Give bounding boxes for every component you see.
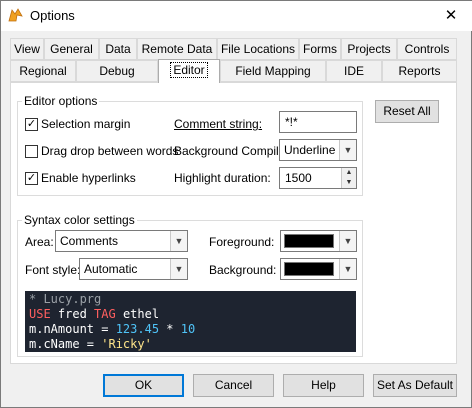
selection-margin-checkbox[interactable]: ✓ — [25, 118, 38, 131]
comment-string-input[interactable]: *!* — [279, 111, 357, 133]
ok-button[interactable]: OK — [103, 374, 184, 397]
preview-line-amount: m.nAmount = 123.45 * 10 — [29, 322, 352, 337]
highlight-duration-value: 1500 — [285, 171, 312, 185]
spin-up-icon[interactable]: ▲ — [341, 168, 356, 178]
tab-label: Editor — [170, 62, 208, 78]
highlight-duration-label: Highlight duration: — [174, 171, 271, 185]
tab-projects[interactable]: Projects — [341, 38, 397, 60]
tab-file-locations[interactable]: File Locations — [217, 38, 299, 60]
preview-line-comment: * Lucy.prg — [29, 292, 352, 307]
tab-label: Reports — [398, 64, 441, 78]
tab-label: Regional — [19, 64, 67, 78]
preview-text: fred — [50, 307, 95, 321]
tab-editor[interactable]: Editor — [158, 59, 220, 83]
chevron-down-icon[interactable]: ▼ — [170, 231, 187, 251]
tab-label: IDE — [343, 64, 364, 78]
font-style-select[interactable]: Automatic ▼ — [79, 258, 188, 280]
preview-line-name: m.cName = 'Ricky' — [29, 337, 352, 352]
preview-operator: * — [159, 322, 181, 336]
syntax-preview: * Lucy.prg USE fred TAG ethel m.nAmount … — [25, 291, 356, 352]
comment-string-label: Comment string: — [174, 117, 263, 131]
tab-forms[interactable]: Forms — [299, 38, 341, 60]
preview-line-use: USE fred TAG ethel — [29, 307, 352, 322]
highlight-duration-spinner[interactable]: 1500 ▲ ▼ — [279, 167, 357, 189]
font-style-label: Font style: — [25, 263, 81, 277]
foreground-color-select[interactable]: ▼ — [280, 230, 357, 252]
preview-text: m.nAmount = — [29, 322, 116, 336]
background-compile-value: Underline — [284, 143, 336, 157]
tab-label: Data — [105, 42, 131, 56]
options-window: Options ✕ View General Data Remote Data … — [0, 0, 472, 408]
spin-down-icon[interactable]: ▼ — [341, 178, 356, 188]
title-bar: Options ✕ — [1, 1, 472, 31]
tab-data[interactable]: Data — [99, 38, 137, 60]
tab-label: General — [50, 42, 93, 56]
foreground-label: Foreground: — [209, 235, 275, 249]
help-button[interactable]: Help — [283, 374, 364, 397]
chevron-down-icon[interactable]: ▼ — [339, 231, 356, 251]
syntax-color-label: Syntax color settings — [22, 213, 137, 227]
tab-label: Projects — [347, 42, 391, 56]
tab-field-mapping[interactable]: Field Mapping — [220, 60, 326, 82]
tab-general[interactable]: General — [44, 38, 99, 60]
reset-all-button[interactable]: Reset All — [375, 100, 439, 123]
tab-label: File Locations — [220, 42, 296, 56]
tab-label: Remote Data — [141, 42, 213, 56]
background-compile-select[interactable]: Underline ▼ — [279, 139, 357, 161]
drag-drop-label: Drag drop between words — [41, 144, 179, 158]
font-style-value: Automatic — [84, 262, 138, 276]
selection-margin-label: Selection margin — [41, 117, 131, 131]
background-label: Background: — [209, 263, 277, 277]
set-as-default-button[interactable]: Set As Default — [373, 374, 457, 397]
background-compile-label: Background Compile: — [174, 144, 289, 158]
enable-hyperlinks-label: Enable hyperlinks — [41, 171, 136, 185]
close-icon[interactable]: ✕ — [439, 7, 463, 25]
preview-number: 123.45 — [115, 322, 160, 336]
cancel-button[interactable]: Cancel — [193, 374, 274, 397]
tab-regional[interactable]: Regional — [10, 60, 76, 82]
tab-label: View — [14, 42, 40, 56]
foxpro-app-icon — [8, 8, 23, 22]
tab-view[interactable]: View — [10, 38, 44, 60]
tab-ide[interactable]: IDE — [326, 60, 382, 82]
preview-string: 'Ricky' — [101, 337, 152, 351]
enable-hyperlinks-checkbox[interactable]: ✓ — [25, 172, 38, 185]
tab-controls[interactable]: Controls — [397, 38, 457, 60]
tab-label: Controls — [404, 42, 450, 56]
tab-reports[interactable]: Reports — [382, 60, 457, 82]
tab-label: Field Mapping — [235, 64, 311, 78]
preview-number: 10 — [180, 322, 196, 336]
tab-label: Debug — [99, 64, 135, 78]
preview-keyword-tag: TAG — [94, 307, 116, 321]
area-label: Area: — [25, 235, 54, 249]
foreground-color-swatch — [284, 234, 334, 248]
area-value: Comments — [60, 234, 119, 248]
background-color-swatch — [284, 262, 334, 276]
area-select[interactable]: Comments ▼ — [55, 230, 188, 252]
chevron-down-icon[interactable]: ▼ — [339, 259, 356, 279]
preview-comment: * Lucy.prg — [29, 292, 102, 306]
chevron-down-icon[interactable]: ▼ — [339, 140, 356, 160]
preview-keyword-use: USE — [29, 307, 51, 321]
background-color-select[interactable]: ▼ — [280, 258, 357, 280]
editor-options-label: Editor options — [22, 94, 100, 108]
preview-text: ethel — [115, 307, 160, 321]
chevron-down-icon[interactable]: ▼ — [170, 259, 187, 279]
preview-text: m.cName = — [29, 337, 102, 351]
drag-drop-checkbox[interactable] — [25, 145, 38, 158]
window-title: Options — [30, 8, 75, 23]
tab-debug[interactable]: Debug — [76, 60, 158, 82]
tab-remote-data[interactable]: Remote Data — [137, 38, 217, 60]
tab-label: Forms — [303, 42, 337, 56]
